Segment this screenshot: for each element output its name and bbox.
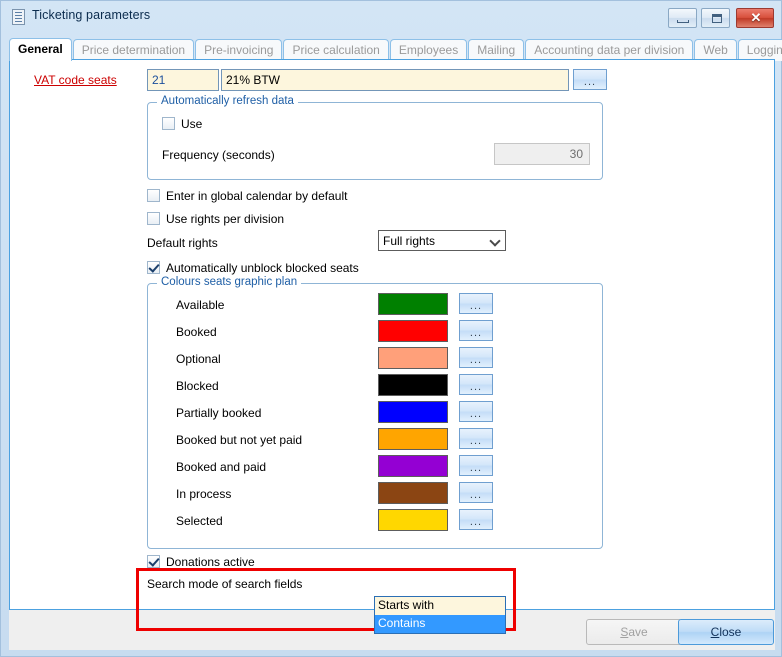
donations-active-checkbox[interactable]: Donations active xyxy=(147,555,255,569)
colour-swatch-booked-and-paid[interactable] xyxy=(378,455,448,477)
minimize-icon xyxy=(677,20,689,23)
colour-label-partially-booked: Partially booked xyxy=(176,406,261,420)
colour-browse-booked-and-paid[interactable]: ... xyxy=(459,455,493,476)
colour-label-booked-not-paid: Booked but not yet paid xyxy=(176,433,302,447)
restore-icon xyxy=(712,14,722,23)
ticketing-parameters-window: Ticketing parameters ✕ GeneralPrice dete… xyxy=(0,0,782,657)
tab-mailing[interactable]: Mailing xyxy=(468,39,524,61)
colour-label-in-process: In process xyxy=(176,487,231,501)
tab-accounting-data-per-division[interactable]: Accounting data per division xyxy=(525,39,693,61)
colour-browse-available[interactable]: ... xyxy=(459,293,493,314)
vat-code-seats-link[interactable]: VAT code seats xyxy=(34,73,117,87)
frequency-label: Frequency (seconds) xyxy=(162,148,275,162)
colour-label-available: Available xyxy=(176,298,224,312)
colour-browse-blocked[interactable]: ... xyxy=(459,374,493,395)
checkbox-box xyxy=(147,189,160,202)
window-title: Ticketing parameters xyxy=(32,8,150,22)
colour-swatch-booked-not-paid[interactable] xyxy=(378,428,448,450)
default-rights-label: Default rights xyxy=(147,236,218,250)
vat-code-input[interactable]: 21 xyxy=(147,69,219,91)
colour-label-optional: Optional xyxy=(176,352,221,366)
auto-refresh-legend: Automatically refresh data xyxy=(157,95,298,107)
rights-per-division-checkbox[interactable]: Use rights per division xyxy=(147,212,284,226)
colour-browse-in-process[interactable]: ... xyxy=(459,482,493,503)
tabstrip: GeneralPrice determinationPre-invoicingP… xyxy=(9,38,775,60)
checkbox-box xyxy=(147,261,160,274)
vat-browse-button[interactable]: ... xyxy=(573,69,607,90)
rights-per-division-label: Use rights per division xyxy=(166,212,284,226)
colour-browse-optional[interactable]: ... xyxy=(459,347,493,368)
colours-groupbox: Colours seats graphic plan Available ...… xyxy=(147,283,603,549)
colours-legend: Colours seats graphic plan xyxy=(157,276,301,288)
global-calendar-checkbox[interactable]: Enter in global calendar by default xyxy=(147,189,347,203)
colour-label-blocked: Blocked xyxy=(176,379,219,393)
checkbox-box xyxy=(162,117,175,130)
search-mode-dropdown-list: Starts with Contains xyxy=(374,596,506,634)
checkbox-box xyxy=(147,555,160,568)
vat-description-input[interactable]: 21% BTW xyxy=(221,69,569,91)
colour-label-selected: Selected xyxy=(176,514,223,528)
global-calendar-label: Enter in global calendar by default xyxy=(166,189,347,203)
colour-label-booked: Booked xyxy=(176,325,217,339)
auto-refresh-groupbox: Automatically refresh data Use Frequency… xyxy=(147,102,603,180)
window-titlebar: Ticketing parameters ✕ xyxy=(1,1,782,32)
save-button[interactable]: Save xyxy=(586,619,682,645)
frequency-input[interactable]: 30 xyxy=(494,143,590,165)
default-rights-value: Full rights xyxy=(383,234,435,248)
tab-general[interactable]: General xyxy=(9,38,72,61)
general-tab-panel: VAT code seats 21 21% BTW ... Automatica… xyxy=(9,59,775,610)
colour-swatch-available[interactable] xyxy=(378,293,448,315)
tab-price-determination[interactable]: Price determination xyxy=(73,39,194,61)
tab-pre-invoicing[interactable]: Pre-invoicing xyxy=(195,39,282,61)
minimize-button[interactable] xyxy=(668,8,697,28)
colour-swatch-booked[interactable] xyxy=(378,320,448,342)
maximize-button[interactable] xyxy=(701,8,730,28)
colour-swatch-optional[interactable] xyxy=(378,347,448,369)
auto-unblock-label: Automatically unblock blocked seats xyxy=(166,261,359,275)
chevron-down-icon xyxy=(490,235,501,246)
donations-active-label: Donations active xyxy=(166,555,255,569)
close-window-button[interactable]: ✕ xyxy=(736,8,774,28)
colour-browse-booked[interactable]: ... xyxy=(459,320,493,341)
close-button[interactable]: Close xyxy=(678,619,774,645)
close-label-rest: lose xyxy=(719,625,741,639)
colour-swatch-in-process[interactable] xyxy=(378,482,448,504)
colour-label-booked-and-paid: Booked and paid xyxy=(176,460,266,474)
checkbox-box xyxy=(147,212,160,225)
use-auto-refresh-label: Use xyxy=(181,117,202,131)
tab-logging[interactable]: Logging xyxy=(738,39,782,61)
use-auto-refresh-checkbox[interactable]: Use xyxy=(162,117,202,131)
document-list-icon xyxy=(12,9,25,25)
tab-employees[interactable]: Employees xyxy=(390,39,467,61)
search-mode-option-contains[interactable]: Contains xyxy=(375,615,505,633)
tab-price-calculation[interactable]: Price calculation xyxy=(283,39,388,61)
auto-unblock-checkbox[interactable]: Automatically unblock blocked seats xyxy=(147,261,359,275)
default-rights-select[interactable]: Full rights xyxy=(378,230,506,251)
search-mode-label: Search mode of search fields xyxy=(147,577,302,591)
colour-swatch-blocked[interactable] xyxy=(378,374,448,396)
colour-browse-partially-booked[interactable]: ... xyxy=(459,401,493,422)
colour-swatch-partially-booked[interactable] xyxy=(378,401,448,423)
search-mode-option-starts-with[interactable]: Starts with xyxy=(375,597,505,615)
colour-browse-selected[interactable]: ... xyxy=(459,509,493,530)
save-label-rest: ave xyxy=(628,625,647,639)
colour-swatch-selected[interactable] xyxy=(378,509,448,531)
colour-browse-booked-not-paid[interactable]: ... xyxy=(459,428,493,449)
tab-web[interactable]: Web xyxy=(694,39,736,61)
close-icon: ✕ xyxy=(737,10,775,26)
